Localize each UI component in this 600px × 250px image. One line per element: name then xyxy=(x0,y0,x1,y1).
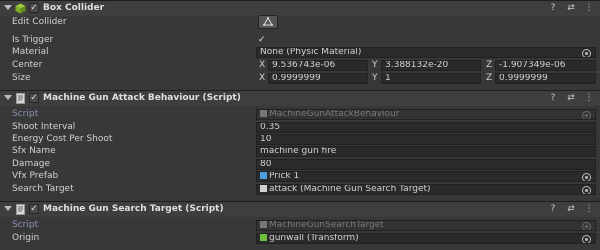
center-y-axis[interactable]: Y xyxy=(372,59,378,71)
foldout-arrow-icon[interactable] xyxy=(4,206,12,211)
damage-row: Damage 80 xyxy=(0,158,600,170)
presets-icon[interactable]: ⇄ xyxy=(566,204,576,214)
more-icon[interactable]: ⋮ xyxy=(584,204,594,214)
size-z-field[interactable]: 0.9999999 xyxy=(495,73,596,84)
script-file-icon xyxy=(260,110,267,117)
shoot-interval-row: Shoot Interval 0.35 xyxy=(0,121,600,133)
script-ref-icon xyxy=(260,185,267,192)
component-title: Box Collider xyxy=(43,3,105,13)
center-row: Center X 9.536743e-06 Y 3.388132e-20 Z -… xyxy=(0,59,600,71)
material-value: None (Physic Material) xyxy=(260,47,362,57)
center-y-field[interactable]: 3.388132e-20 xyxy=(381,60,481,71)
mg-attack-header[interactable]: ✓ Machine Gun Attack Behaviour (Script) … xyxy=(0,90,600,106)
foldout-arrow-icon[interactable] xyxy=(4,5,12,10)
vfx-prefab-value: Prick 1 xyxy=(269,171,300,181)
presets-icon[interactable]: ⇄ xyxy=(566,93,576,103)
center-x-axis[interactable]: X xyxy=(259,59,265,71)
script-file-icon xyxy=(260,221,267,228)
size-label: Size xyxy=(12,73,31,83)
size-x-axis[interactable]: X xyxy=(259,72,265,84)
size-y-axis[interactable]: Y xyxy=(372,72,378,84)
search-target-value: attack (Machine Gun Search Target) xyxy=(269,184,431,194)
damage-field[interactable]: 80 xyxy=(256,159,596,170)
component-enabled-checkbox[interactable]: ✓ xyxy=(29,93,39,103)
center-z-field[interactable]: -1.907349e-06 xyxy=(495,60,596,71)
shoot-interval-field[interactable]: 0.35 xyxy=(256,122,596,133)
foldout-arrow-icon[interactable] xyxy=(4,95,12,100)
origin-value: gunwall (Transform) xyxy=(269,233,359,243)
presets-icon[interactable]: ⇄ xyxy=(566,3,576,13)
script-field: MachineGunAttackBehaviour xyxy=(256,109,596,120)
vfx-prefab-field[interactable]: Prick 1 xyxy=(256,171,596,182)
transform-icon xyxy=(260,234,267,241)
material-row: Material None (Physic Material) xyxy=(0,46,600,58)
script-icon xyxy=(16,93,25,104)
box-collider-header[interactable]: ✓ Box Collider ? ⇄ ⋮ xyxy=(0,0,600,16)
is-trigger-row: Is Trigger ✓ xyxy=(0,34,600,46)
help-icon[interactable]: ? xyxy=(548,204,558,214)
edit-collider-row: Edit Collider xyxy=(0,16,600,28)
search-target-label: Search Target xyxy=(12,184,74,194)
size-z-axis[interactable]: Z xyxy=(486,72,492,84)
component-enabled-checkbox[interactable]: ✓ xyxy=(29,3,39,13)
help-icon[interactable]: ? xyxy=(548,93,558,103)
component-title: Machine Gun Attack Behaviour (Script) xyxy=(43,93,241,103)
object-picker-icon[interactable] xyxy=(582,186,591,194)
origin-label: Origin xyxy=(12,233,40,243)
script-row: Script MachineGunSearchTarget xyxy=(0,219,600,231)
more-icon[interactable]: ⋮ xyxy=(584,3,594,13)
sfx-name-label: Sfx Name xyxy=(12,146,56,156)
material-field[interactable]: None (Physic Material) xyxy=(256,47,596,58)
edit-collider-label: Edit Collider xyxy=(12,17,67,27)
script-icon xyxy=(16,204,25,215)
origin-field[interactable]: gunwall (Transform) xyxy=(256,233,596,244)
edit-collider-button[interactable] xyxy=(258,15,278,29)
script-value: MachineGunAttackBehaviour xyxy=(269,109,400,119)
size-row: Size X 0.9999999 Y 1 Z 0.9999999 xyxy=(0,72,600,84)
search-target-row: Search Target attack (Machine Gun Search… xyxy=(0,183,600,195)
center-x-field[interactable]: 9.536743e-06 xyxy=(268,60,368,71)
prefab-icon xyxy=(260,172,267,179)
object-picker-icon[interactable] xyxy=(582,173,591,181)
object-picker-icon xyxy=(582,222,591,230)
energy-cost-row: Energy Cost Per Shoot 10 xyxy=(0,133,600,145)
object-picker-icon[interactable] xyxy=(582,49,591,57)
component-enabled-checkbox[interactable]: ✓ xyxy=(29,204,39,214)
damage-label: Damage xyxy=(12,159,50,169)
script-label: Script xyxy=(12,220,39,230)
origin-row: Origin gunwall (Transform) xyxy=(0,232,600,244)
object-picker-icon xyxy=(582,111,591,119)
component-title: Machine Gun Search Target (Script) xyxy=(43,204,224,214)
script-field: MachineGunSearchTarget xyxy=(256,220,596,231)
vfx-prefab-label: Vfx Prefab xyxy=(12,171,59,181)
material-label: Material xyxy=(12,47,49,57)
shoot-interval-label: Shoot Interval xyxy=(12,122,76,132)
search-target-field[interactable]: attack (Machine Gun Search Target) xyxy=(256,184,596,195)
energy-cost-label: Energy Cost Per Shoot xyxy=(12,134,113,144)
edit-bounds-icon xyxy=(263,16,273,26)
script-row: Script MachineGunAttackBehaviour xyxy=(0,108,600,120)
is-trigger-checkbox[interactable]: ✓ xyxy=(258,34,266,46)
script-label: Script xyxy=(12,109,39,119)
mg-search-header[interactable]: ✓ Machine Gun Search Target (Script) ? ⇄… xyxy=(0,201,600,217)
more-icon[interactable]: ⋮ xyxy=(584,93,594,103)
help-icon[interactable]: ? xyxy=(548,3,558,13)
sfx-name-row: Sfx Name machine gun fire xyxy=(0,145,600,157)
sfx-name-field[interactable]: machine gun fire xyxy=(256,146,596,157)
script-value: MachineGunSearchTarget xyxy=(269,220,384,230)
object-picker-icon[interactable] xyxy=(582,235,591,243)
is-trigger-label: Is Trigger xyxy=(12,35,54,45)
vfx-prefab-row: Vfx Prefab Prick 1 xyxy=(0,170,600,182)
size-x-field[interactable]: 0.9999999 xyxy=(268,73,368,84)
energy-cost-field[interactable]: 10 xyxy=(256,134,596,145)
center-z-axis[interactable]: Z xyxy=(486,59,492,71)
size-y-field[interactable]: 1 xyxy=(381,73,481,84)
box-collider-icon xyxy=(15,3,26,14)
center-label: Center xyxy=(12,60,43,70)
